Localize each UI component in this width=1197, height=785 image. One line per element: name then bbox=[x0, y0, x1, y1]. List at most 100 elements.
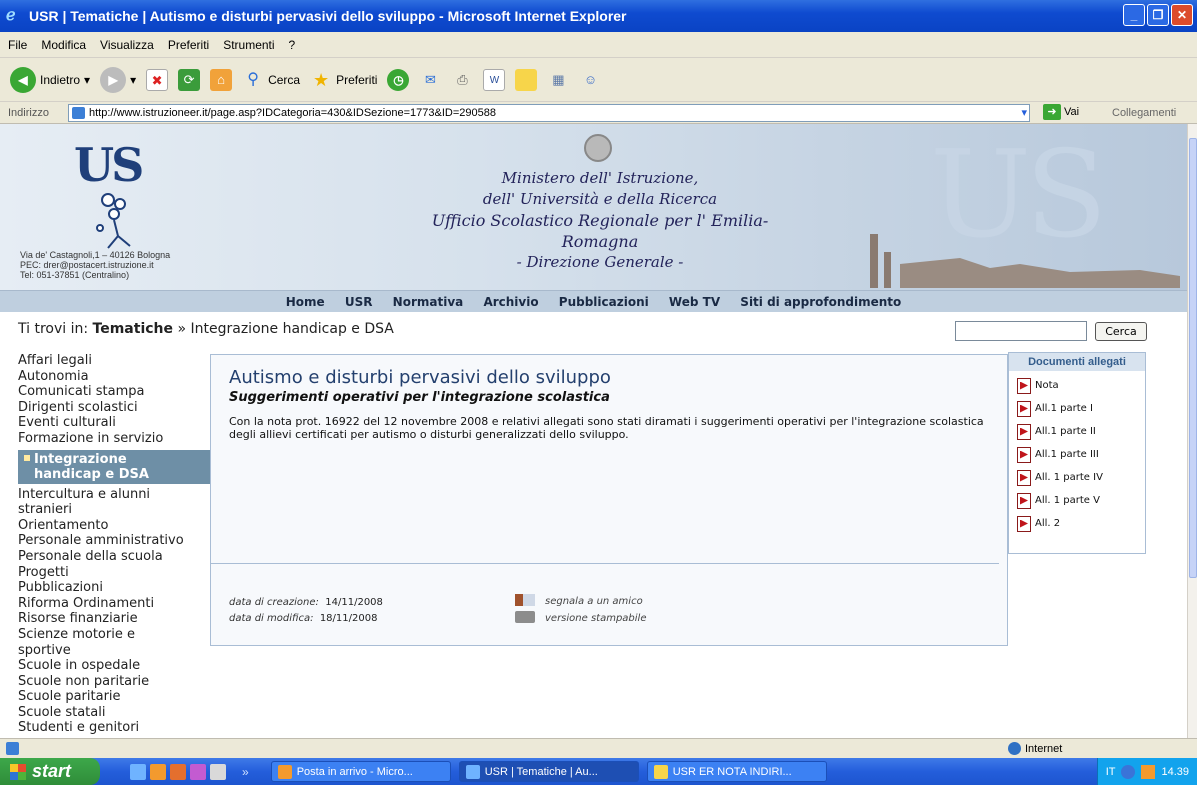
start-label: start bbox=[32, 761, 72, 781]
sidebar-item[interactable]: stranieri bbox=[18, 502, 210, 518]
word-icon[interactable]: W bbox=[483, 68, 506, 91]
menu-file[interactable]: File bbox=[8, 38, 27, 52]
republic-emblem-icon bbox=[584, 134, 612, 162]
attachment-link[interactable]: All.1 parte II bbox=[1017, 423, 1145, 440]
scrollbar-thumb[interactable] bbox=[1189, 138, 1197, 578]
task-label: Posta in arrivo - Micro... bbox=[296, 765, 413, 778]
task-label: USR ER NOTA INDIRI... bbox=[672, 765, 792, 778]
sidebar-item[interactable]: Dirigenti scolastici bbox=[18, 400, 210, 416]
menu-modifica[interactable]: Modifica bbox=[41, 38, 86, 52]
nav-home[interactable]: Home bbox=[286, 295, 325, 309]
favorites-button[interactable]: ★ Preferiti bbox=[310, 69, 377, 91]
print-link[interactable]: versione stampabile bbox=[515, 610, 647, 627]
modified-value: 18/11/2008 bbox=[319, 613, 378, 624]
sidebar-item[interactable]: Riforma Ordinamenti bbox=[18, 596, 210, 612]
sidebar-item[interactable]: Progetti bbox=[18, 565, 210, 581]
minimize-button[interactable]: _ bbox=[1123, 4, 1145, 26]
messenger-icon[interactable]: ☺ bbox=[579, 69, 601, 91]
page-status-icon bbox=[6, 742, 19, 755]
sidebar-item[interactable]: Studenti e genitori bbox=[18, 720, 210, 736]
nav-usr[interactable]: USR bbox=[345, 295, 373, 309]
outlook-icon[interactable] bbox=[1141, 764, 1156, 779]
search-button[interactable]: ⚲ Cerca bbox=[242, 69, 300, 91]
attachment-label: All. 2 bbox=[1035, 518, 1061, 529]
close-button[interactable]: ✕ bbox=[1171, 4, 1193, 26]
task-ie[interactable]: USR | Tematiche | Au... bbox=[458, 761, 639, 782]
home-icon[interactable]: ⌂ bbox=[210, 68, 233, 91]
nav-webtv[interactable]: Web TV bbox=[669, 295, 720, 309]
share-link[interactable]: segnala a un amico bbox=[515, 593, 647, 610]
breadcrumb-section[interactable]: Tematiche bbox=[93, 321, 173, 337]
attachment-link[interactable]: All.1 parte I bbox=[1017, 400, 1145, 417]
nav-normativa[interactable]: Normativa bbox=[393, 295, 464, 309]
attachment-link[interactable]: All. 1 parte IV bbox=[1017, 469, 1145, 486]
start-button[interactable]: start bbox=[0, 758, 100, 785]
sidebar-item[interactable]: Scuole statali bbox=[18, 705, 210, 721]
bullet-icon bbox=[24, 454, 30, 461]
search-button[interactable]: Cerca bbox=[1095, 322, 1147, 341]
menu-preferiti[interactable]: Preferiti bbox=[168, 38, 209, 52]
sidebar-item[interactable]: Orientamento bbox=[18, 518, 210, 534]
sidebar-item-active[interactable]: Integrazione handicap e DSA bbox=[18, 449, 210, 484]
sidebar-item[interactable]: Risorse finanziarie bbox=[18, 611, 210, 627]
vertical-scrollbar[interactable] bbox=[1187, 124, 1197, 738]
folder-icon[interactable] bbox=[515, 68, 538, 91]
sidebar-item[interactable]: sportive bbox=[18, 643, 210, 659]
stop-icon[interactable]: ✖ bbox=[146, 68, 169, 91]
attachment-link[interactable]: All. 2 bbox=[1017, 515, 1145, 532]
maximize-button[interactable]: ❐ bbox=[1147, 4, 1169, 26]
sidebar-item[interactable]: Personale amministrativo bbox=[18, 533, 210, 549]
outlook-icon[interactable] bbox=[150, 763, 166, 780]
back-button[interactable]: ◀ Indietro ▾ bbox=[10, 66, 90, 93]
links-button[interactable]: Collegamenti bbox=[1112, 107, 1176, 119]
nav-siti[interactable]: Siti di approfondimento bbox=[740, 295, 901, 309]
sidebar-item[interactable]: Eventi culturali bbox=[18, 415, 210, 431]
sidebar-item[interactable]: Formazione in servizio bbox=[18, 431, 210, 447]
sidebar-item[interactable]: Pubblicazioni bbox=[18, 580, 210, 596]
ministry-line: Ministero dell' Istruzione, bbox=[501, 169, 699, 187]
attachment-link[interactable]: All. 1 parte V bbox=[1017, 492, 1145, 509]
menu-strumenti[interactable]: Strumenti bbox=[223, 38, 274, 52]
nav-pubblicazioni[interactable]: Pubblicazioni bbox=[559, 295, 649, 309]
search-input[interactable] bbox=[955, 321, 1087, 341]
attachment-link[interactable]: Nota bbox=[1017, 377, 1145, 394]
sidebar-item[interactable]: Scienze motorie e bbox=[18, 627, 210, 643]
sidebar-item[interactable]: Scuole non paritarie bbox=[18, 674, 210, 690]
modified-label: data di modifica: bbox=[229, 613, 314, 624]
print-icon[interactable]: ⎙ bbox=[451, 69, 473, 91]
refresh-icon[interactable]: ⟳ bbox=[178, 68, 201, 91]
breadcrumb-current: Integrazione handicap e DSA bbox=[190, 321, 394, 337]
menu-visualizza[interactable]: Visualizza bbox=[100, 38, 154, 52]
task-outlook[interactable]: Posta in arrivo - Micro... bbox=[270, 761, 451, 782]
sidebar-item[interactable]: Intercultura e alunni bbox=[18, 487, 210, 503]
desktop-icon[interactable] bbox=[210, 763, 226, 780]
sidebar-item[interactable]: Comunicati stampa bbox=[18, 384, 210, 400]
menu-help[interactable]: ? bbox=[289, 38, 296, 52]
sidebar-item[interactable]: Personale della scuola bbox=[18, 549, 210, 565]
usr-logo[interactable]: US bbox=[74, 138, 144, 192]
article-title: Autismo e disturbi pervasivi dello svilu… bbox=[229, 367, 611, 388]
sidebar-item[interactable]: Affari legali bbox=[18, 353, 210, 369]
ie-icon[interactable] bbox=[130, 763, 146, 780]
language-indicator[interactable]: IT bbox=[1106, 766, 1116, 778]
mail-icon[interactable]: ✉ bbox=[419, 69, 441, 91]
go-button[interactable]: ➜ Vai bbox=[1043, 104, 1079, 120]
history-icon[interactable]: ◷ bbox=[387, 68, 410, 91]
tray-arrow-icon[interactable] bbox=[1121, 764, 1136, 779]
sidebar-item[interactable]: Scuole paritarie bbox=[18, 689, 210, 705]
menu-bar: File Modifica Visualizza Preferiti Strum… bbox=[0, 32, 1197, 58]
chevron-right-icon[interactable]: » bbox=[242, 765, 249, 779]
nav-archivio[interactable]: Archivio bbox=[483, 295, 538, 309]
app-icon[interactable] bbox=[190, 763, 206, 780]
url-input[interactable]: http://www.istruzioneer.it/page.asp?IDCa… bbox=[68, 104, 1030, 122]
main-nav: Home USR Normativa Archivio Pubblicazion… bbox=[0, 290, 1187, 312]
chevron-down-icon[interactable]: ▾ bbox=[1021, 105, 1027, 121]
research-icon[interactable]: ▦ bbox=[547, 69, 569, 91]
attachment-link[interactable]: All.1 parte III bbox=[1017, 446, 1145, 463]
sidebar-item[interactable]: Autonomia bbox=[18, 369, 210, 385]
task-folder[interactable]: USR ER NOTA INDIRI... bbox=[646, 761, 827, 782]
sidebar-item[interactable]: Scuole in ospedale bbox=[18, 658, 210, 674]
forward-button[interactable]: ▶ ▾ bbox=[100, 66, 136, 93]
app-icon[interactable] bbox=[170, 763, 186, 780]
attachment-label: Nota bbox=[1035, 380, 1059, 391]
